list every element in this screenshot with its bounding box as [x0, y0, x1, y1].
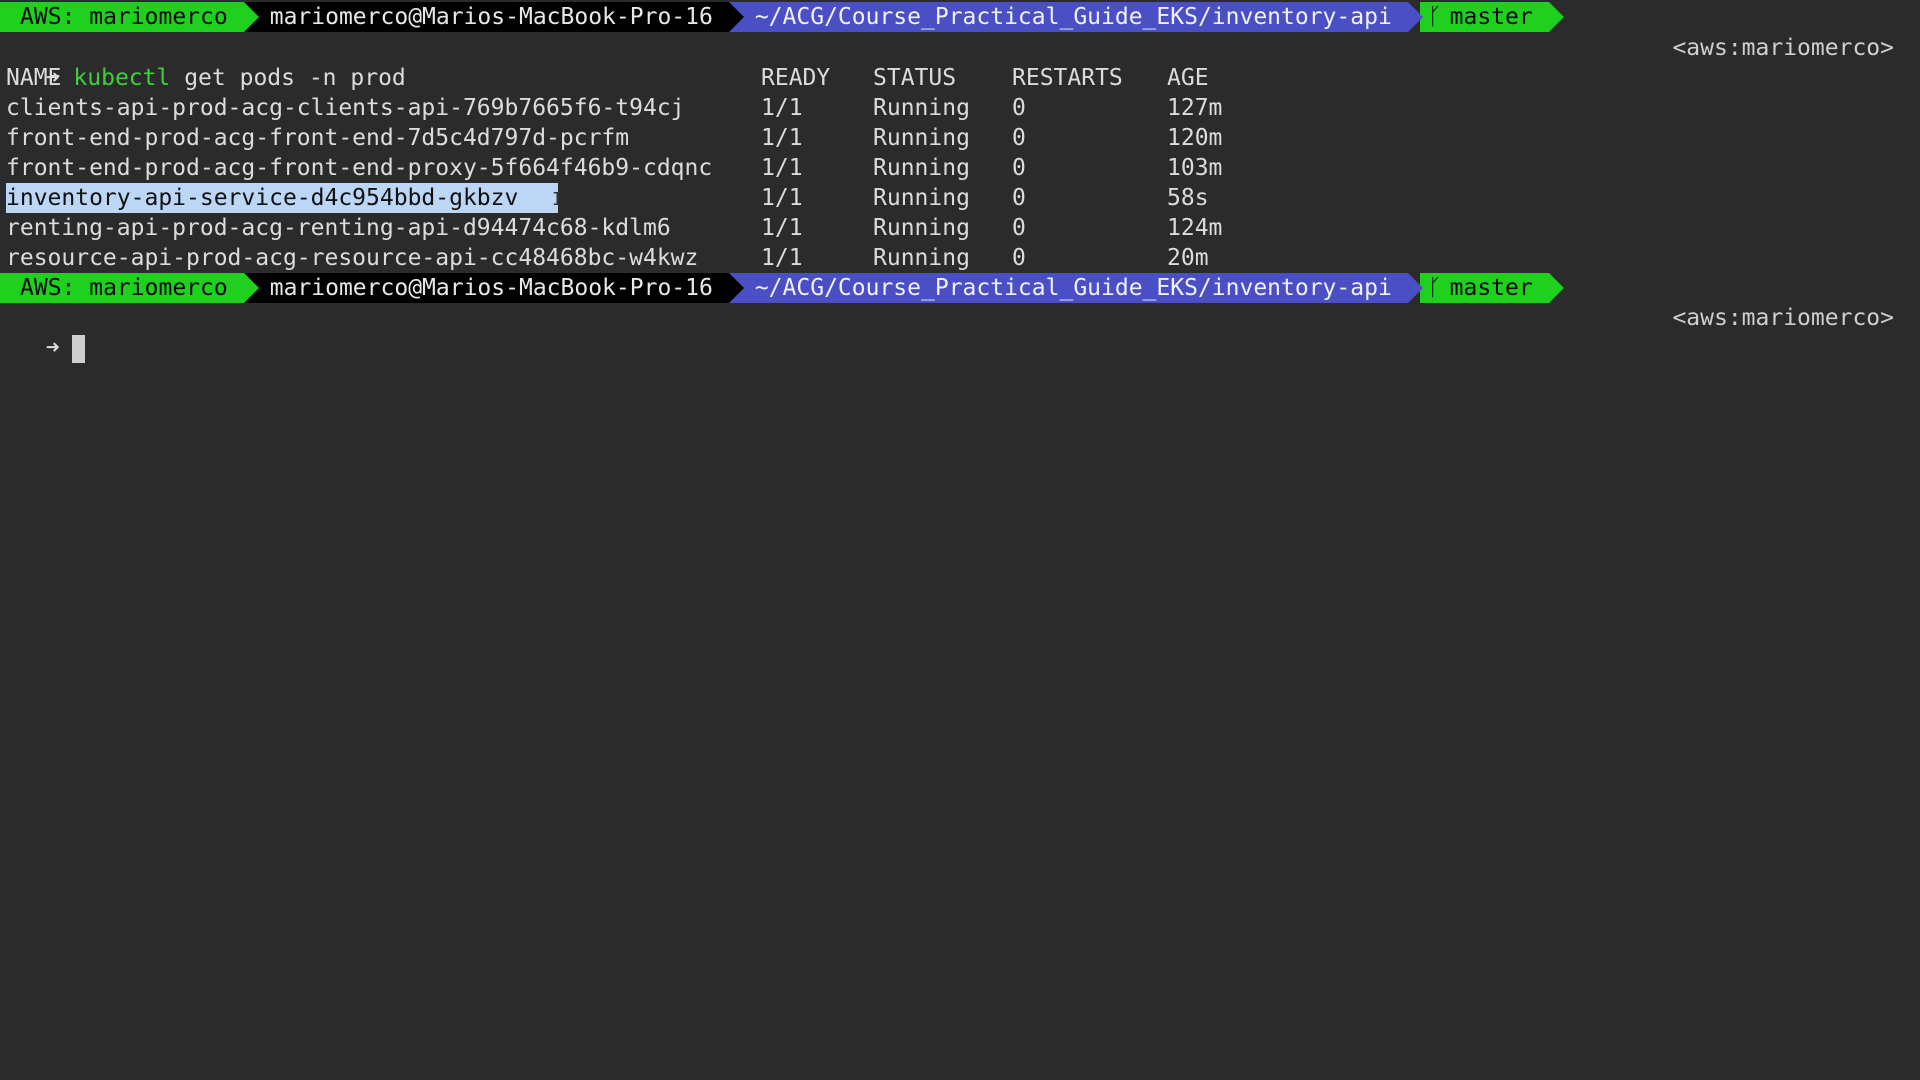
pod-status: Running [873, 245, 970, 271]
pod-restarts: 0 [1012, 215, 1026, 241]
git-segment: ᚴ master [1419, 273, 1564, 303]
pod-age: 58s [1167, 185, 1209, 211]
header-name: NAME [6, 65, 62, 91]
text-cursor-icon: I [552, 189, 563, 210]
table-row-selected[interactable]: inventory-api-service-d4c954bbd-gkbzv I … [0, 183, 1920, 213]
header-age: AGE [1167, 65, 1209, 91]
path-segment: ~/ACG/Course_Practical_Guide_EKS/invento… [728, 2, 1423, 32]
pod-name[interactable]: clients-api-prod-acg-clients-api-769b766… [6, 93, 685, 123]
pod-name-selected[interactable]: inventory-api-service-d4c954bbd-gkbzv [6, 183, 559, 213]
pod-name[interactable]: front-end-prod-acg-front-end-proxy-5f664… [6, 153, 712, 183]
pod-status: Running [873, 125, 970, 151]
header-status: STATUS [873, 65, 957, 91]
pod-status: Running [873, 95, 970, 121]
header-ready: READY [761, 65, 831, 91]
right-context-2: <aws:mariomerco> [1672, 305, 1894, 331]
aws-profile-segment: AWS: mariomerco [0, 2, 259, 32]
pod-name[interactable]: renting-api-prod-acg-renting-api-d94474c… [6, 213, 671, 243]
prompt-bar: AWS: mariomerco mariomerco@Marios-MacBoo… [0, 273, 1920, 303]
command-line[interactable]: ➜ kubectl get pods -n prod [18, 33, 406, 91]
pod-ready: 1/1 [761, 95, 803, 121]
command-input[interactable]: ➜ [18, 303, 85, 363]
table-row[interactable]: resource-api-prod-acg-resource-api-cc484… [0, 243, 1920, 273]
table-row[interactable]: front-end-prod-acg-front-end-7d5c4d797d-… [0, 123, 1920, 153]
pod-status: Running [873, 185, 970, 211]
pod-age: 103m [1167, 155, 1223, 181]
pod-age: 127m [1167, 95, 1223, 121]
prompt-arrow-icon: ➜ [45, 335, 60, 361]
terminal-cursor [71, 334, 85, 363]
pod-restarts: 0 [1012, 95, 1026, 121]
prompt-bar: AWS: mariomerco mariomerco@Marios-MacBoo… [0, 2, 1920, 32]
table-row[interactable]: front-end-prod-acg-front-end-proxy-5f664… [0, 153, 1920, 183]
table-header: NAME READY STATUS RESTARTS AGE [0, 63, 1920, 93]
pod-ready: 1/1 [761, 245, 803, 271]
git-segment: ᚴ master [1419, 2, 1564, 32]
pod-age: 20m [1167, 245, 1209, 271]
pod-status: Running [873, 155, 970, 181]
pod-restarts: 0 [1012, 185, 1026, 211]
header-restarts: RESTARTS [1012, 65, 1123, 91]
pod-name[interactable]: front-end-prod-acg-front-end-7d5c4d797d-… [6, 123, 629, 153]
host-segment: mariomerco@Marios-MacBook-Pro-16 [243, 2, 744, 32]
path-segment: ~/ACG/Course_Practical_Guide_EKS/invento… [728, 273, 1423, 303]
right-context-1: <aws:mariomerco> [1672, 35, 1894, 61]
pod-restarts: 0 [1012, 245, 1026, 271]
pod-age: 124m [1167, 215, 1223, 241]
aws-profile-segment: AWS: mariomerco [0, 273, 259, 303]
table-row[interactable]: renting-api-prod-acg-renting-api-d94474c… [0, 213, 1920, 243]
pod-status: Running [873, 215, 970, 241]
pod-ready: 1/1 [761, 125, 803, 151]
pod-age: 120m [1167, 125, 1223, 151]
pod-ready: 1/1 [761, 155, 803, 181]
pod-restarts: 0 [1012, 125, 1026, 151]
table-row[interactable]: clients-api-prod-acg-clients-api-769b766… [0, 93, 1920, 123]
git-branch-icon: ᚴ [1427, 275, 1442, 301]
git-branch-icon: ᚴ [1427, 4, 1442, 30]
pod-restarts: 0 [1012, 155, 1026, 181]
host-segment: mariomerco@Marios-MacBook-Pro-16 [243, 273, 744, 303]
pod-ready: 1/1 [761, 185, 803, 211]
pod-ready: 1/1 [761, 215, 803, 241]
pod-name[interactable]: resource-api-prod-acg-resource-api-cc484… [6, 243, 698, 273]
